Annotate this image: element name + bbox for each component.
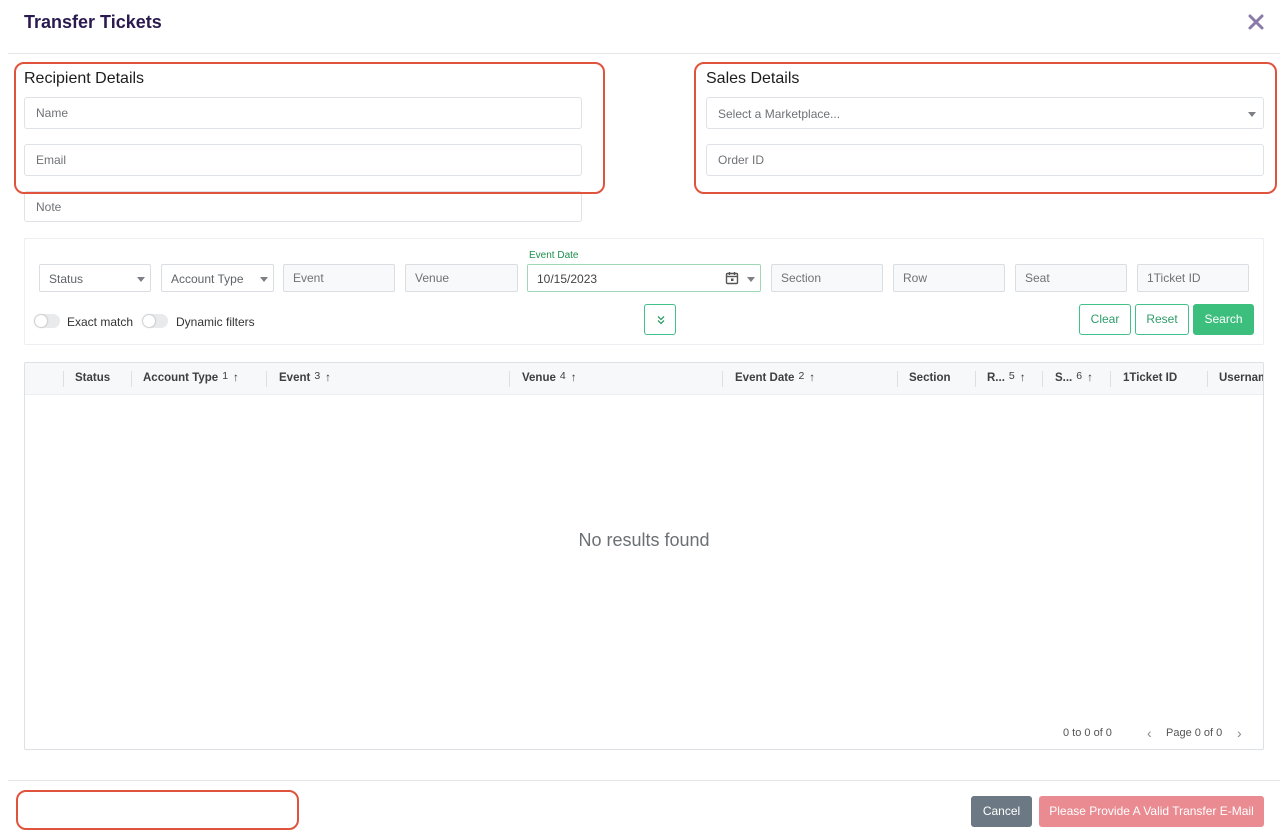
sort-arrow-icon: ↑: [1019, 372, 1026, 384]
dynamic-filters-label: Dynamic filters: [176, 315, 255, 329]
event-date-filter[interactable]: 10/15/2023: [527, 264, 761, 292]
sort-arrow-icon: ↑: [325, 372, 331, 384]
exact-match-toggle[interactable]: [34, 314, 60, 328]
chevron-left-icon[interactable]: ‹: [1147, 725, 1152, 741]
section-filter-input[interactable]: [771, 264, 883, 292]
recipient-note-input[interactable]: [24, 191, 582, 222]
account-type-filter-select[interactable]: Account Type: [161, 264, 274, 292]
reset-button[interactable]: Reset: [1135, 304, 1189, 335]
modal-title: Transfer Tickets: [24, 12, 162, 32]
column-separator: [722, 371, 723, 387]
column-separator: [1042, 371, 1043, 387]
column-header-section[interactable]: Section: [909, 363, 951, 395]
column-header-label: Status: [75, 372, 111, 384]
calendar-icon[interactable]: [725, 271, 739, 288]
ticket-id-filter-input[interactable]: [1137, 264, 1249, 292]
column-header-label: Section: [909, 372, 951, 384]
column-separator: [975, 371, 976, 387]
search-button[interactable]: Search: [1193, 304, 1254, 335]
sort-arrow-icon: ↑: [570, 372, 577, 384]
recipient-details-heading: Recipient Details: [24, 70, 145, 87]
exact-match-label: Exact match: [67, 315, 134, 329]
sort-arrow-icon: ↑: [1087, 372, 1093, 384]
event-filter-input[interactable]: [283, 264, 395, 292]
column-separator: [131, 371, 132, 387]
column-header-username[interactable]: Usernam: [1219, 363, 1264, 395]
empty-results-message: No results found: [578, 530, 710, 550]
column-separator: [509, 371, 510, 387]
sort-order-number: 2: [798, 370, 805, 382]
column-header-label: Event: [279, 372, 311, 384]
sort-order-number: 3: [314, 370, 321, 382]
modal-header: Transfer Tickets: [8, 0, 1280, 54]
column-separator: [1110, 371, 1111, 387]
sales-details-heading: Sales Details: [706, 70, 800, 87]
column-header-label: 1Ticket ID: [1123, 372, 1178, 384]
column-header-label: Event Date: [735, 372, 795, 384]
recipient-name-input[interactable]: [24, 97, 582, 129]
footer-divider: [8, 780, 1280, 781]
clear-button[interactable]: Clear: [1079, 304, 1131, 335]
pagination-range: 0 to 0 of 0: [1063, 727, 1112, 739]
sort-order-number: 1: [222, 370, 229, 382]
chevron-down-icon[interactable]: [747, 277, 755, 282]
marketplace-select[interactable]: Select a Marketplace...: [706, 97, 1264, 129]
column-header-label: S...: [1055, 372, 1073, 384]
seat-filter-input[interactable]: [1015, 264, 1127, 292]
sort-arrow-icon: ↑: [809, 372, 816, 384]
column-header-seat[interactable]: S... 6 ↑: [1055, 363, 1093, 395]
event-date-label: Event Date: [529, 250, 579, 261]
sort-order-number: 5: [1008, 370, 1015, 382]
column-header-row[interactable]: R... 5 ↑: [987, 363, 1025, 395]
column-separator: [63, 371, 64, 387]
recipient-email-input[interactable]: [24, 144, 582, 176]
annotation-box-footer: [16, 790, 299, 830]
venue-filter-input[interactable]: [405, 264, 518, 292]
chevron-right-icon[interactable]: ›: [1237, 725, 1242, 741]
cancel-button[interactable]: Cancel: [971, 796, 1032, 827]
row-filter-input[interactable]: [893, 264, 1005, 292]
column-header-event[interactable]: Event 3 ↑: [279, 363, 331, 395]
chevron-down-icon: [260, 277, 268, 282]
account-type-filter-label: Account Type: [171, 272, 244, 286]
column-separator: [897, 371, 898, 387]
dynamic-filters-toggle[interactable]: [142, 314, 168, 328]
results-grid: Status Account Type 1 ↑ Event 3 ↑ Venue 4 ↑ Ev…: [24, 362, 1264, 750]
column-header-label: R...: [987, 372, 1005, 384]
sort-order-number: 6: [1076, 370, 1083, 382]
column-header-status[interactable]: Status: [75, 363, 110, 395]
sort-arrow-icon: ↑: [233, 372, 239, 384]
marketplace-select-placeholder: Select a Marketplace...: [718, 107, 841, 121]
close-icon[interactable]: [1246, 12, 1266, 32]
column-header-label: Account Type: [143, 372, 219, 384]
order-id-input[interactable]: [706, 144, 1264, 176]
event-date-value: 10/15/2023: [537, 272, 598, 286]
column-header-label: Venue: [522, 372, 556, 384]
status-filter-label: Status: [49, 272, 84, 286]
column-header-account-type[interactable]: Account Type 1 ↑: [143, 363, 239, 395]
double-chevron-down-icon: [657, 316, 665, 325]
transfer-submit-button[interactable]: Please Provide A Valid Transfer E-Mail: [1039, 796, 1264, 827]
column-header-label: Usernam: [1219, 372, 1264, 384]
grid-header: Status Account Type 1 ↑ Event 3 ↑ Venue 4 ↑ Ev…: [25, 363, 1263, 395]
status-filter-select[interactable]: Status: [39, 264, 151, 292]
column-header-ticket-id[interactable]: 1Ticket ID: [1123, 363, 1177, 395]
expand-filters-button[interactable]: [644, 304, 676, 335]
column-separator: [266, 371, 267, 387]
sort-order-number: 4: [559, 370, 566, 382]
pagination-page: Page 0 of 0: [1166, 727, 1223, 739]
chevron-down-icon: [137, 277, 145, 282]
column-separator: [1207, 371, 1208, 387]
chevron-down-icon: [1248, 112, 1256, 117]
column-header-venue[interactable]: Venue 4 ↑: [522, 363, 576, 395]
column-header-event-date[interactable]: Event Date 2 ↑: [735, 363, 815, 395]
